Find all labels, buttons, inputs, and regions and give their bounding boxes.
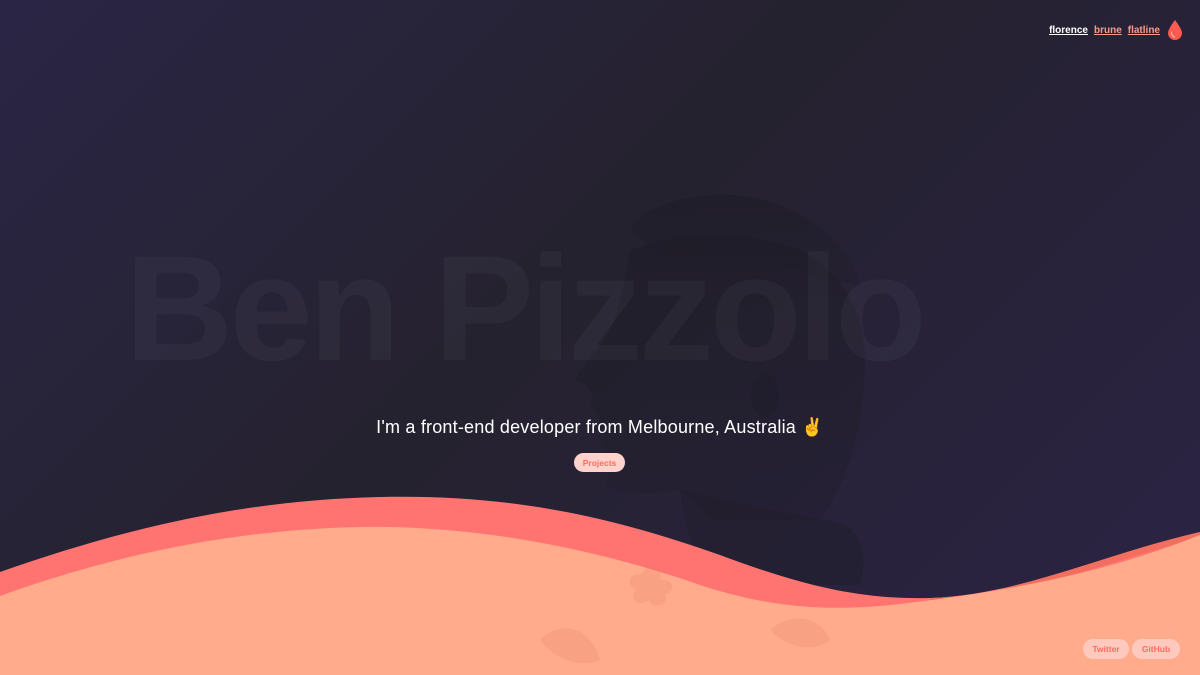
social-links: Twitter GitHub [1083, 639, 1180, 659]
theme-nav: florence brune flatline [1049, 20, 1182, 40]
drop-icon[interactable] [1168, 20, 1182, 40]
wave-shadow [930, 532, 1200, 603]
wave-back [0, 496, 1200, 675]
projects-button[interactable]: Projects [574, 453, 625, 472]
theme-link-florence[interactable]: florence [1049, 25, 1088, 36]
page: Ben Pizzolo florence brune flatline I'm … [0, 0, 1200, 675]
background-name: Ben Pizzolo [125, 222, 923, 395]
github-button[interactable]: GitHub [1132, 639, 1180, 659]
theme-link-flatline[interactable]: flatline [1128, 25, 1160, 36]
tagline: I'm a front-end developer from Melbourne… [376, 417, 824, 437]
theme-link-brune[interactable]: brune [1094, 25, 1122, 36]
wave-decoration [0, 496, 1200, 675]
twitter-button[interactable]: Twitter [1083, 639, 1129, 659]
wave-front [0, 526, 1200, 675]
